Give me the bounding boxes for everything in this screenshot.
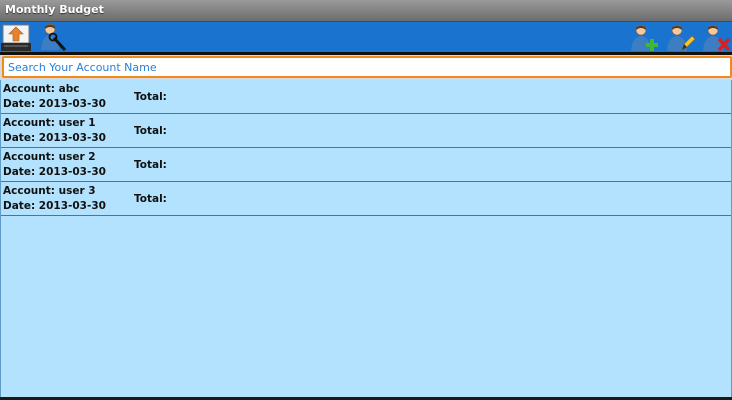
- add-user-icon: [631, 24, 658, 51]
- account-total: Total:: [134, 125, 167, 137]
- add-user-button[interactable]: [628, 22, 660, 52]
- account-total: Total:: [134, 193, 167, 205]
- list-item[interactable]: Account: user 2 Date: 2013-03-30 Total:: [1, 148, 731, 182]
- account-name: Account: user 2: [3, 151, 96, 163]
- account-name: Account: user 3: [3, 185, 96, 197]
- delete-user-icon: [703, 24, 731, 52]
- upload-tray-icon: [1, 24, 31, 51]
- search-input[interactable]: [2, 56, 732, 78]
- account-date: Date: 2013-03-30: [3, 200, 106, 212]
- list-item[interactable]: Account: user 1 Date: 2013-03-30 Total:: [1, 114, 731, 148]
- account-total: Total:: [134, 91, 167, 103]
- account-date: Date: 2013-03-30: [3, 166, 106, 178]
- delete-user-button[interactable]: [700, 22, 732, 52]
- edit-user-icon: [667, 24, 696, 51]
- account-date: Date: 2013-03-30: [3, 132, 106, 144]
- title-bar: Monthly Budget: [0, 0, 732, 22]
- account-total: Total:: [134, 159, 167, 171]
- list-item[interactable]: Account: abc Date: 2013-03-30 Total:: [1, 80, 731, 114]
- app-title: Monthly Budget: [5, 3, 104, 16]
- edit-user-button[interactable]: [664, 22, 696, 52]
- search-bar: [0, 55, 732, 80]
- account-date: Date: 2013-03-30: [3, 98, 106, 110]
- account-list[interactable]: Account: abc Date: 2013-03-30 Total: Acc…: [0, 80, 732, 397]
- list-item[interactable]: Account: user 3 Date: 2013-03-30 Total:: [1, 182, 731, 216]
- search-user-icon: [41, 23, 67, 52]
- toolbar: [0, 22, 732, 52]
- account-name: Account: abc: [3, 83, 80, 95]
- upload-button[interactable]: [0, 22, 32, 52]
- account-name: Account: user 1: [3, 117, 96, 129]
- search-user-button[interactable]: [36, 22, 68, 52]
